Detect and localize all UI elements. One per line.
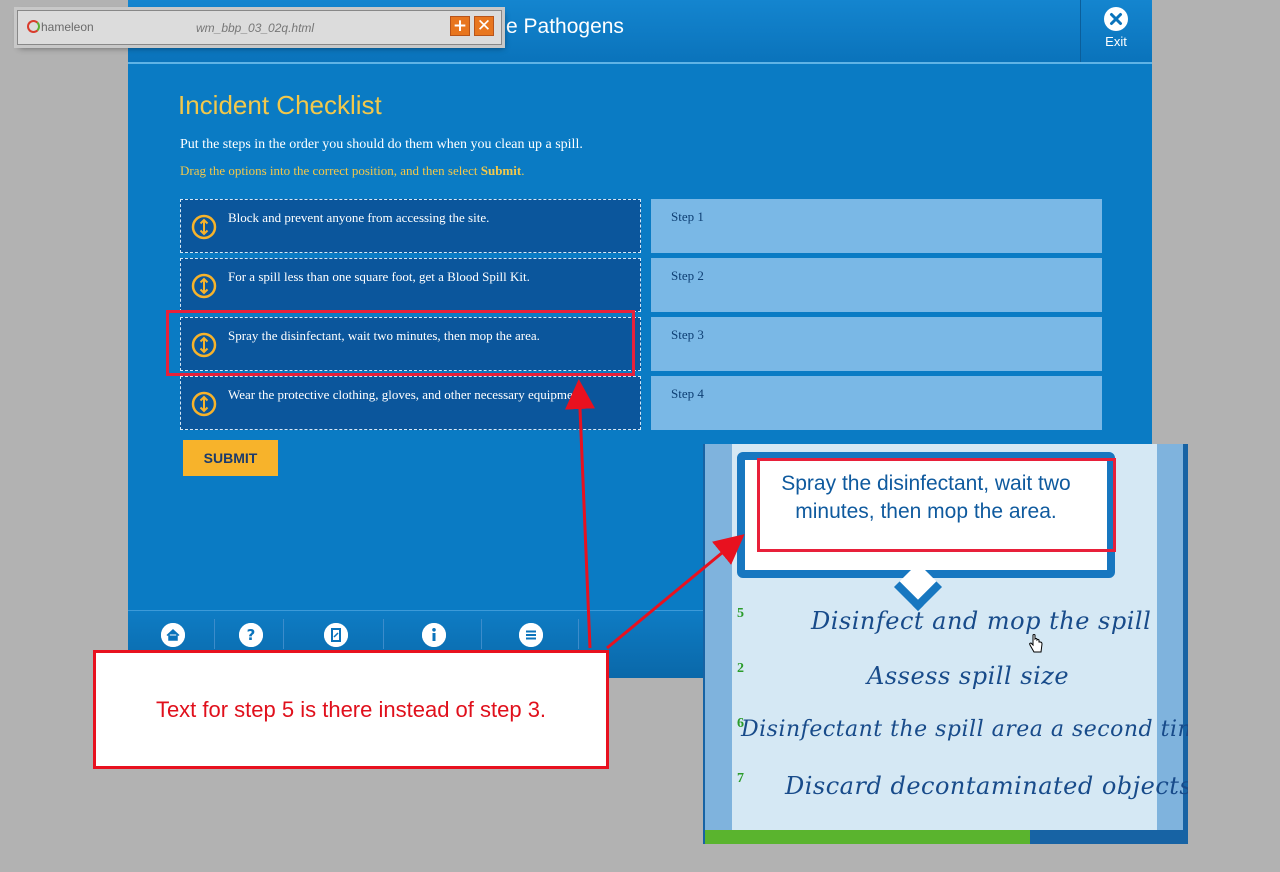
menu-button[interactable]	[519, 623, 543, 647]
nav-divider	[578, 619, 579, 649]
chameleon-toolbar[interactable]: hameleon wm_bbp_03_02q.html + ✕	[17, 10, 502, 45]
step-drop-slot[interactable]: Step 4	[651, 376, 1102, 430]
page-title: Incident Checklist	[178, 90, 382, 120]
hint-submit: Submit	[480, 163, 522, 178]
info-icon	[422, 623, 446, 647]
step-label: Step 3	[671, 327, 704, 342]
step-drop-slot[interactable]: Step 3	[651, 317, 1102, 371]
chameleon-logo-icon	[27, 20, 40, 33]
instruction-text: Put the steps in the order you should do…	[180, 137, 583, 152]
nav-divider	[481, 619, 482, 649]
nav-divider	[283, 619, 284, 649]
glossary-icon	[324, 623, 348, 647]
step-drop-slot[interactable]: Step 2	[651, 258, 1102, 312]
header-divider	[1080, 0, 1081, 62]
step-label: Step 4	[671, 386, 704, 401]
drag-option[interactable]: Block and prevent anyone from accessing …	[180, 199, 641, 253]
step-text: Disinfect and mop the spill	[811, 607, 1152, 635]
zoom-inset: Spray the disinfectant, wait two minutes…	[703, 444, 1188, 844]
step-drop-slot[interactable]: Step 1	[651, 199, 1102, 253]
exit-button[interactable]: Exit	[1088, 6, 1144, 56]
annotation-callout: Text for step 5 is there instead of step…	[93, 650, 609, 769]
callout-text: Text for step 5 is there instead of step…	[155, 697, 547, 722]
step-text: Disinfectant the spill area a second tim…	[741, 717, 1188, 742]
drag-option[interactable]: For a spill less than one square foot, g…	[180, 258, 641, 312]
expand-button[interactable]: +	[450, 16, 470, 36]
drag-arrows-icon	[191, 273, 217, 299]
step-number: 2	[737, 661, 744, 676]
info-button[interactable]	[422, 623, 446, 647]
option-text: For a spill less than one square foot, g…	[228, 269, 530, 284]
progress-fill	[705, 830, 1030, 844]
glossary-button[interactable]	[324, 623, 348, 647]
highlight-box	[166, 310, 635, 376]
drag-option[interactable]: Wear the protective clothing, gloves, an…	[180, 376, 641, 430]
inset-left-strip	[705, 444, 732, 830]
svg-text:?: ?	[247, 626, 256, 644]
drag-arrows-icon	[191, 391, 217, 417]
home-button[interactable]	[161, 623, 185, 647]
step-label: Step 2	[671, 268, 704, 283]
chameleon-logo: hameleon	[27, 20, 94, 34]
submit-button[interactable]: SUBMIT	[183, 440, 278, 476]
nav-divider	[214, 619, 215, 649]
hand-cursor-icon	[1029, 634, 1043, 653]
inset-highlight-box	[757, 458, 1116, 552]
option-text: Wear the protective clothing, gloves, an…	[228, 387, 587, 402]
option-text: Block and prevent anyone from accessing …	[228, 210, 490, 225]
nav-divider	[383, 619, 384, 649]
step-number: 5	[737, 606, 744, 621]
hint-suffix: .	[521, 163, 525, 178]
tool-filename: wm_bbp_03_02q.html	[196, 21, 315, 35]
exit-label: Exit	[1105, 34, 1127, 49]
menu-icon	[519, 623, 543, 647]
step-label: Step 1	[671, 209, 704, 224]
home-icon	[161, 623, 185, 647]
step-text: Discard decontaminated objects	[785, 772, 1188, 800]
step-number: 7	[737, 771, 744, 786]
course-title: e Pathogens	[506, 15, 624, 38]
drag-arrows-icon	[191, 214, 217, 240]
hint-prefix: Drag the options into the correct positi…	[180, 163, 481, 178]
drag-hint: Drag the options into the correct positi…	[180, 163, 524, 179]
help-icon: ?	[239, 623, 263, 647]
close-circle-icon	[1104, 7, 1128, 31]
close-button[interactable]: ✕	[474, 16, 494, 36]
step-text: Assess spill size	[867, 662, 1070, 690]
help-button[interactable]: ?	[239, 623, 263, 647]
chameleon-logo-text: hameleon	[41, 20, 94, 34]
progress-bar	[705, 830, 1188, 844]
